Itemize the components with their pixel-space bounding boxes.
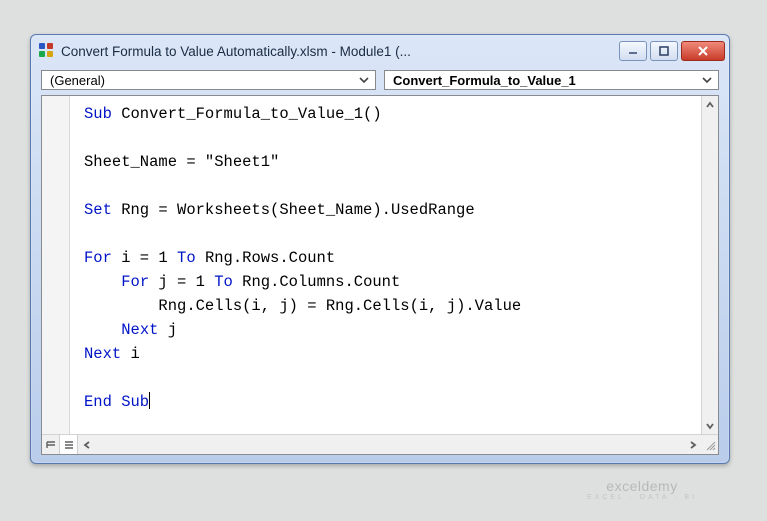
close-button[interactable]: [681, 41, 725, 61]
horizontal-scrollbar[interactable]: [78, 435, 701, 454]
code-pane: Sub Convert_Formula_to_Value_1() Sheet_N…: [41, 95, 719, 455]
object-procedure-bar: (General) Convert_Formula_to_Value_1: [31, 67, 729, 95]
watermark: exceldemy EXCEL · DATA · BI: [587, 478, 697, 501]
text-caret: [149, 392, 150, 409]
chevron-right-icon: [688, 440, 698, 450]
watermark-brand: exceldemy: [606, 478, 677, 494]
sub-declaration: Convert_Formula_to_Value_1(): [112, 105, 382, 123]
code-line: Rng = Worksheets(Sheet_Name).UsedRange: [112, 201, 475, 219]
vbe-window: Convert Formula to Value Automatically.x…: [30, 34, 730, 464]
keyword-next: Next: [84, 345, 121, 363]
vertical-scrollbar[interactable]: [701, 96, 718, 434]
watermark-tagline: EXCEL · DATA · BI: [587, 494, 697, 501]
procedure-dropdown-label: Convert_Formula_to_Value_1: [393, 73, 700, 88]
full-module-view-button[interactable]: [60, 435, 78, 454]
full-module-view-icon: [63, 439, 75, 451]
chevron-down-icon: [700, 73, 714, 87]
code-fragment: j: [158, 321, 177, 339]
scroll-left-button[interactable]: [78, 435, 95, 454]
close-icon: [696, 45, 710, 57]
minimize-icon: [627, 45, 639, 57]
scroll-track[interactable]: [702, 113, 718, 417]
titlebar[interactable]: Convert Formula to Value Automatically.x…: [31, 35, 729, 67]
maximize-button[interactable]: [650, 41, 678, 61]
code-fragment: j = 1: [149, 273, 214, 291]
scroll-up-button[interactable]: [702, 96, 718, 113]
code-editor[interactable]: Sub Convert_Formula_to_Value_1() Sheet_N…: [70, 96, 701, 434]
object-dropdown-label: (General): [50, 73, 357, 88]
keyword-to: To: [177, 249, 196, 267]
keyword-next: Next: [121, 321, 158, 339]
window-controls: [619, 41, 725, 61]
keyword-set: Set: [84, 201, 112, 219]
keyword-to: To: [214, 273, 233, 291]
code-line: Sheet_Name = "Sheet1": [84, 153, 279, 171]
procedure-view-icon: [45, 439, 57, 451]
scroll-right-button[interactable]: [684, 435, 701, 454]
keyword-sub: Sub: [84, 105, 112, 123]
procedure-dropdown[interactable]: Convert_Formula_to_Value_1: [384, 70, 719, 90]
indent: [84, 273, 121, 291]
code-fragment: i: [121, 345, 140, 363]
chevron-up-icon: [705, 100, 715, 110]
code-line: Rng.Cells(i, j) = Rng.Cells(i, j).Value: [158, 297, 521, 315]
bottom-bar: [42, 434, 718, 454]
size-grip-icon: [704, 439, 716, 451]
code-fragment: Rng.Columns.Count: [233, 273, 400, 291]
chevron-down-icon: [705, 421, 715, 431]
scroll-down-button[interactable]: [702, 417, 718, 434]
procedure-view-button[interactable]: [42, 435, 60, 454]
minimize-button[interactable]: [619, 41, 647, 61]
vba-app-icon: [39, 43, 55, 59]
code-fragment: Rng.Rows.Count: [196, 249, 336, 267]
keyword-for: For: [84, 249, 112, 267]
indent: [84, 297, 158, 315]
window-title: Convert Formula to Value Automatically.x…: [61, 44, 613, 59]
object-dropdown[interactable]: (General): [41, 70, 376, 90]
size-grip[interactable]: [701, 435, 718, 454]
scroll-track[interactable]: [95, 435, 684, 454]
margin-indicator-bar[interactable]: [42, 96, 70, 434]
code-fragment: i = 1: [112, 249, 177, 267]
indent: [84, 321, 121, 339]
keyword-end-sub: End Sub: [84, 393, 149, 411]
chevron-left-icon: [82, 440, 92, 450]
keyword-for: For: [121, 273, 149, 291]
maximize-icon: [658, 45, 670, 57]
chevron-down-icon: [357, 73, 371, 87]
code-body: Sub Convert_Formula_to_Value_1() Sheet_N…: [42, 96, 718, 434]
